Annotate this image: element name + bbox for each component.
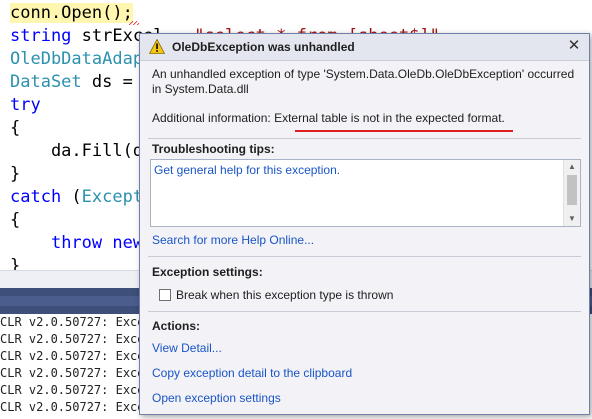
red-underline-annotation <box>295 130 513 132</box>
search-help-online-link[interactable]: Search for more Help Online... <box>152 233 314 247</box>
open-exception-settings-link[interactable]: Open exception settings <box>152 391 281 405</box>
exception-assistant-popup: OleDbException was unhandled ✕ An unhand… <box>139 33 590 415</box>
error-squiggle <box>129 21 139 25</box>
scroll-thumb[interactable] <box>567 175 577 205</box>
exception-description: An unhandled exception of type 'System.D… <box>152 67 575 96</box>
code-line: } <box>10 163 20 185</box>
code-token: string <box>10 26 82 46</box>
tips-scrollbar[interactable]: ▲ ▼ <box>563 160 580 226</box>
section-divider <box>148 138 581 139</box>
copy-exception-detail-link[interactable]: Copy exception detail to the clipboard <box>152 366 352 380</box>
exception-message: External table is not in the expected fo… <box>274 111 505 125</box>
close-icon: ✕ <box>567 37 581 54</box>
section-divider <box>148 256 581 257</box>
actions-heading: Actions: <box>152 319 200 333</box>
code-token: throw new <box>50 233 144 253</box>
exception-settings-heading: Exception settings: <box>152 265 263 279</box>
code-token: } <box>10 164 21 184</box>
code-token: da.Fill(ds <box>10 141 154 161</box>
code-token: conn.Open(); <box>10 3 133 23</box>
additional-information-label: Additional information: <box>152 111 275 125</box>
break-on-exception-checkbox[interactable] <box>159 289 171 301</box>
code-token: catch <box>10 187 72 207</box>
general-help-link[interactable]: Get general help for this exception. <box>154 163 340 177</box>
code-token: ds = <box>81 72 144 92</box>
code-line: da.Fill(ds <box>10 140 153 162</box>
section-divider <box>148 311 581 312</box>
code-token: { <box>10 210 21 230</box>
scroll-down-icon[interactable]: ▼ <box>564 212 580 226</box>
code-line: DataSet ds = <box>10 71 143 93</box>
troubleshooting-heading: Troubleshooting tips: <box>152 142 275 156</box>
code-line: conn.Open(); <box>10 2 133 24</box>
code-token: ( <box>71 187 82 207</box>
close-button[interactable]: ✕ <box>565 37 583 55</box>
popup-title: OleDbException was unhandled <box>172 40 355 54</box>
warning-icon <box>149 39 165 54</box>
code-line: { <box>10 209 20 231</box>
additional-information: Additional information: External table i… <box>152 111 505 125</box>
popup-title-bar: OleDbException was unhandled ✕ <box>140 34 589 61</box>
scroll-up-icon[interactable]: ▲ <box>564 160 580 174</box>
view-detail-link[interactable]: View Detail... <box>152 341 222 355</box>
code-token: DataSet <box>10 72 82 92</box>
break-on-exception-label[interactable]: Break when this exception type is thrown <box>176 288 393 302</box>
troubleshooting-tips-list[interactable]: Get general help for this exception. ▲ ▼ <box>150 159 581 227</box>
code-line: { <box>10 117 20 139</box>
code-line: try <box>10 94 41 116</box>
code-line: throw new <box>10 232 143 254</box>
code-token: try <box>10 95 41 115</box>
code-token: { <box>10 118 21 138</box>
